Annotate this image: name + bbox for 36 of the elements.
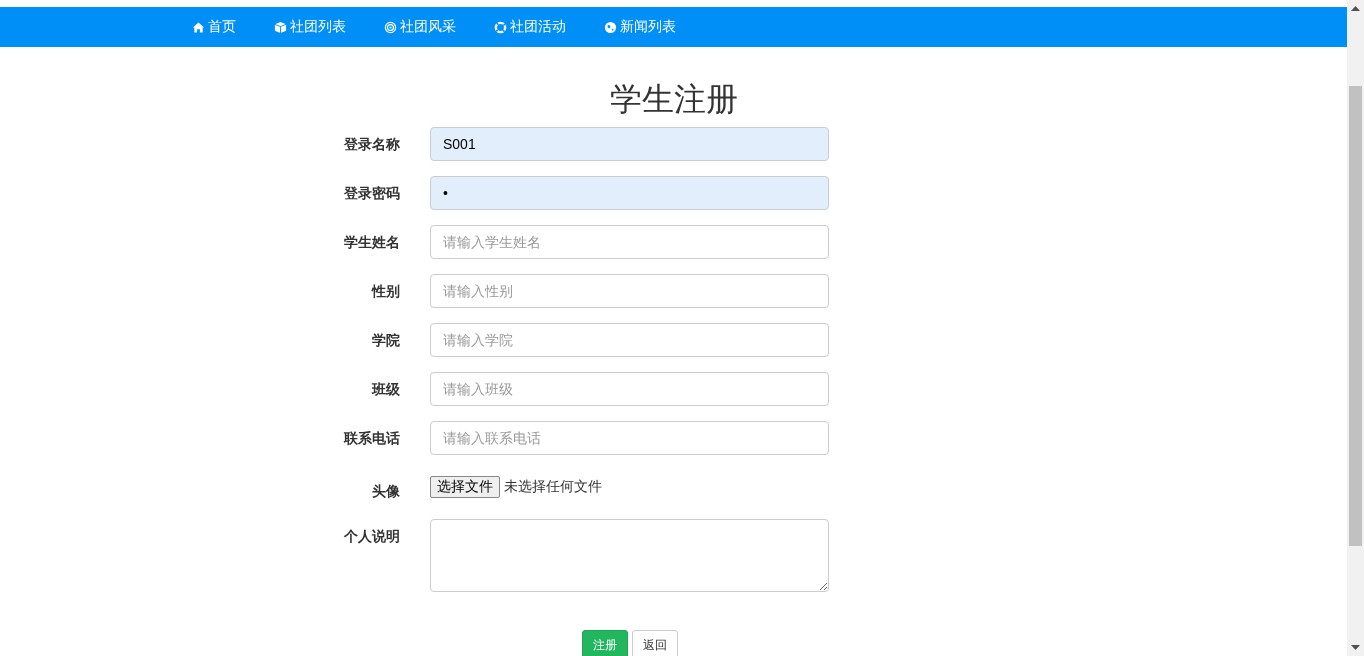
cube-icon [274, 20, 287, 34]
scroll-down-icon[interactable] [1351, 645, 1360, 650]
page-title: 学生注册 [608, 80, 739, 119]
nav-link[interactable]: 新闻列表 [604, 18, 676, 36]
target-icon [384, 20, 397, 34]
input-field[interactable]: 请输入学生姓名 [430, 225, 829, 259]
input-field[interactable]: 请输入性别 [430, 274, 829, 308]
nav-link[interactable]: 首页 [192, 18, 236, 36]
scrollbar-thumb[interactable] [1349, 86, 1362, 546]
field-label: 性别 [370, 282, 400, 301]
scrollbar[interactable] [1347, 0, 1364, 656]
nav-link[interactable]: 社团列表 [274, 18, 346, 36]
field-label: 登录密码 [343, 184, 400, 203]
submit-button[interactable]: 注册 [581, 630, 628, 656]
textarea-field[interactable] [430, 519, 829, 592]
input-field[interactable]: 请输入学院 [430, 323, 829, 357]
field-label: 个人说明 [343, 527, 400, 546]
field-label: 班级 [370, 380, 400, 399]
home-icon [192, 20, 205, 34]
file-status: 未选择任何文件 [504, 478, 602, 496]
scroll-up-icon[interactable] [1351, 6, 1360, 11]
input-field[interactable]: S001 [430, 127, 829, 161]
input-field[interactable]: 请输入联系电话 [430, 421, 829, 455]
choose-file-button[interactable]: 选择文件 [430, 476, 500, 498]
field-label: 学生姓名 [343, 233, 400, 252]
globe-icon [604, 20, 617, 34]
input-field[interactable]: 请输入班级 [430, 372, 829, 406]
lifebuoy-icon [494, 20, 507, 34]
input-field[interactable]: • [430, 176, 829, 210]
field-label: 登录名称 [343, 135, 400, 154]
nav-link[interactable]: 社团活动 [494, 18, 566, 36]
nav-link[interactable]: 社团风采 [384, 18, 456, 36]
field-label: 联系电话 [342, 429, 400, 448]
back-button[interactable]: 返回 [631, 630, 678, 656]
field-label: 头像 [371, 482, 400, 501]
field-label: 学院 [371, 331, 400, 350]
